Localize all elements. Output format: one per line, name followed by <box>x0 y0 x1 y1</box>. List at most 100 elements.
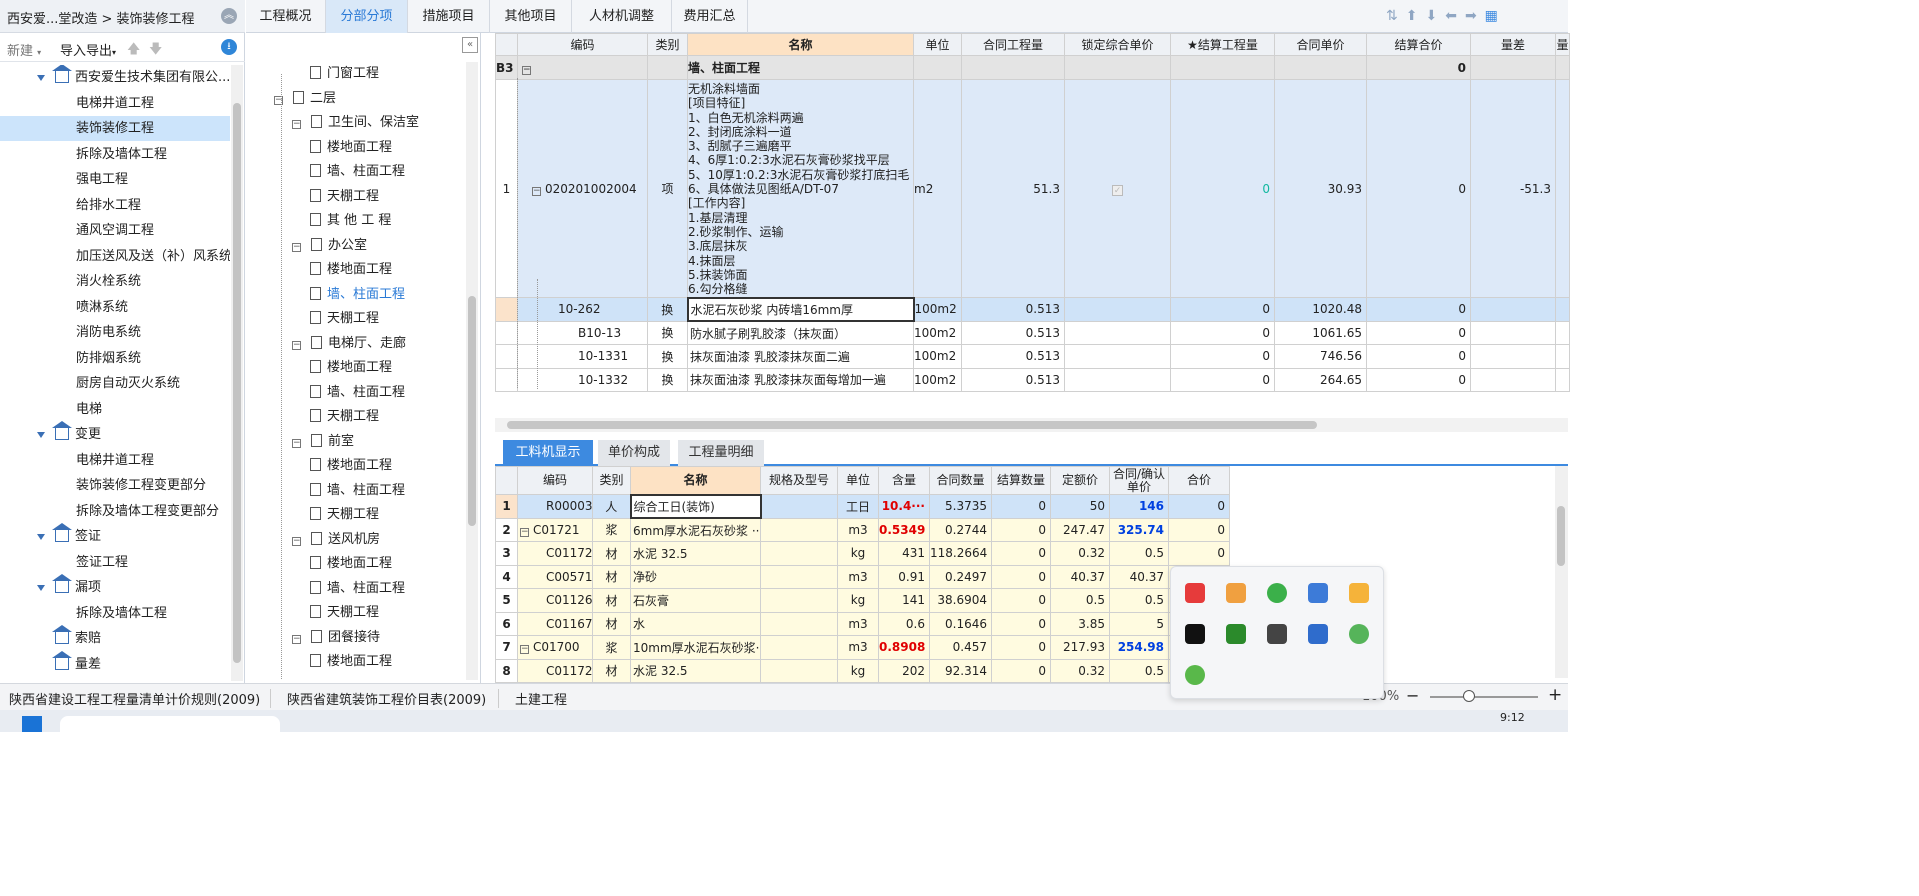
resource-content[interactable]: 202 <box>878 658 930 683</box>
sub-settle-qty[interactable]: 0 <box>1170 320 1275 345</box>
section-tree-item[interactable]: − 前室 <box>292 430 354 454</box>
section-tree-item[interactable]: − 办公室 <box>292 234 367 258</box>
resource-content[interactable]: 0.91 <box>878 564 930 589</box>
header-cell[interactable]: 合同单价 <box>1274 33 1367 56</box>
tree-item[interactable]: 强电工程 <box>0 167 230 192</box>
collapse-left-icon[interactable]: « <box>462 37 478 53</box>
header-cell[interactable]: ★结算工程量 <box>1170 33 1275 56</box>
sub-name[interactable]: 水泥石灰砂浆 内砖墙16mm厚 <box>686 296 915 322</box>
left-scrollbar[interactable] <box>231 65 243 681</box>
header-cell[interactable]: 结算合价 <box>1366 33 1471 56</box>
sub-qty[interactable]: 0.513 <box>961 297 1065 322</box>
section-tree-item[interactable]: − 电梯厅、走廊 <box>292 332 406 356</box>
header-cell[interactable]: 结算数量 <box>991 466 1051 495</box>
app-tray-icon-5[interactable] <box>1349 583 1369 603</box>
left-scrollbar-thumb[interactable] <box>233 103 241 663</box>
browser-tray-icon[interactable] <box>1185 665 1205 685</box>
tree-item[interactable]: 喷淋系统 <box>0 295 230 320</box>
zoom-out-icon[interactable]: − <box>1406 686 1419 705</box>
header-cell[interactable]: 锁定综合单价 <box>1064 33 1171 56</box>
tree-item[interactable]: 拆除及墙体工程 <box>0 142 230 167</box>
section-tree-item[interactable]: 楼地面工程 <box>310 258 392 282</box>
collapse-toggle-icon[interactable]: − <box>292 634 301 644</box>
section-tree-item[interactable]: 墙、柱面工程 <box>310 381 405 405</box>
resource-price[interactable]: 5 <box>1109 611 1169 636</box>
tree-item[interactable]: 通风空调工程 <box>0 218 230 243</box>
resource-name[interactable]: 水泥 32.5 <box>630 541 761 566</box>
section-tree-item[interactable]: 其 他 工 程 <box>310 209 391 233</box>
resource-price[interactable]: 0.5 <box>1109 658 1169 683</box>
header-cell[interactable]: 合同数量 <box>929 466 992 495</box>
arrow-down-icon[interactable]: ⬇ <box>1425 8 1445 24</box>
download-icon[interactable]: ⭳ <box>221 39 237 55</box>
arrow-up-icon[interactable]: ⬆ <box>1406 8 1426 24</box>
resource-spec[interactable] <box>760 611 838 636</box>
resource-content[interactable]: 0.5349 <box>878 517 930 542</box>
tree-item[interactable]: 给排水工程 <box>0 193 230 218</box>
header-cell[interactable]: 类别 <box>647 33 688 56</box>
tree-item[interactable]: 西安爱生技术集团有限公... <box>0 65 230 90</box>
section-tree-item[interactable]: 天棚工程 <box>310 307 379 331</box>
resource-code[interactable]: C01126 <box>517 588 593 613</box>
section-tree-item[interactable]: − 团餐接待 <box>292 626 380 650</box>
mid-scrollbar-thumb[interactable] <box>468 296 476 526</box>
header-cell[interactable]: 编码 <box>517 466 593 495</box>
tab-0[interactable]: 工程概况 <box>246 0 326 33</box>
resource-spec[interactable] <box>760 517 838 542</box>
resource-name[interactable]: 石灰膏 <box>630 588 761 613</box>
item-settle-qty[interactable]: 0 <box>1170 79 1275 298</box>
resource-content[interactable]: 431 <box>878 541 930 566</box>
resource-code[interactable]: − C01700 <box>517 635 593 660</box>
section-tree-item[interactable]: 楼地面工程 <box>310 356 392 380</box>
expand-caret-icon[interactable] <box>37 432 45 438</box>
tab-2[interactable]: 措施项目 <box>408 0 490 33</box>
tab-4[interactable]: 人材机调整 <box>572 0 672 33</box>
section-tree-item[interactable]: 墙、柱面工程 <box>310 283 405 307</box>
section-tree-item[interactable]: − 送风机房 <box>292 528 380 552</box>
app-tray-icon-4[interactable] <box>1308 583 1328 603</box>
bottom-tab-1[interactable]: 单价构成 <box>598 440 670 466</box>
tree-item[interactable]: 变更 <box>0 421 230 447</box>
resource-name[interactable]: 综合工日(装饰) <box>629 493 762 519</box>
app-tray-icon-7[interactable] <box>1226 624 1246 644</box>
resource-code[interactable]: − C01721 <box>517 517 593 542</box>
header-cell[interactable]: 编码 <box>517 33 648 56</box>
sub-name[interactable]: 抹灰面油漆 乳胶漆抹灰面每增加一遍 <box>687 367 914 392</box>
tree-item[interactable]: 漏项 <box>0 574 230 600</box>
zoom-slider[interactable] <box>1430 696 1538 698</box>
collapse-toggle-icon[interactable]: − <box>520 645 529 655</box>
resource-price[interactable]: 0.5 <box>1109 541 1169 566</box>
resource-spec[interactable] <box>760 588 838 613</box>
group-toggle[interactable]: − <box>517 55 648 80</box>
app-tray-icon-1[interactable] <box>1185 583 1205 603</box>
section-tree-item[interactable]: 楼地面工程 <box>310 650 392 674</box>
app-tray-icon-8[interactable] <box>1267 624 1287 644</box>
section-tree-item[interactable]: 楼地面工程 <box>310 454 392 478</box>
tree-item[interactable]: 电梯井道工程 <box>0 448 230 473</box>
section-tree-item[interactable]: − 二层 <box>274 87 336 111</box>
zoom-slider-thumb[interactable] <box>1463 690 1475 702</box>
resource-price[interactable]: 40.37 <box>1109 564 1169 589</box>
import-export-menu[interactable]: 导入导出▾ <box>60 40 116 59</box>
top-hscrollbar-thumb[interactable] <box>507 421 1317 429</box>
arrow-left-icon[interactable]: ⬅ <box>1445 8 1465 24</box>
sub-settle-qty[interactable]: 0 <box>1170 297 1275 322</box>
resource-price[interactable]: 146 <box>1109 494 1169 519</box>
header-cell[interactable]: 合价 <box>1168 466 1230 495</box>
collapse-toggle-icon[interactable]: − <box>292 536 301 546</box>
tree-item[interactable]: 拆除及墙体工程变更部分 <box>0 499 230 524</box>
settings-icon[interactable]: ▦ <box>1485 8 1506 24</box>
move-down-icon[interactable]: 🡇 <box>149 40 162 62</box>
resource-name[interactable]: 净砂 <box>630 564 761 589</box>
security-tray-icon[interactable] <box>1308 624 1328 644</box>
collapse-toggle-icon[interactable]: − <box>292 242 301 252</box>
resource-price[interactable]: 325.74 <box>1109 517 1169 542</box>
sub-qty[interactable]: 0.513 <box>961 367 1065 392</box>
header-cell[interactable]: 含量 <box>878 466 930 495</box>
section-tree-item[interactable]: 墙、柱面工程 <box>310 577 405 601</box>
collapse-toggle-icon[interactable]: − <box>292 340 301 350</box>
resource-name[interactable]: 水 <box>630 611 761 636</box>
section-tree-item[interactable]: 楼地面工程 <box>310 136 392 160</box>
section-tree-item[interactable]: 墙、柱面工程 <box>310 160 405 184</box>
start-icon[interactable] <box>22 716 42 732</box>
